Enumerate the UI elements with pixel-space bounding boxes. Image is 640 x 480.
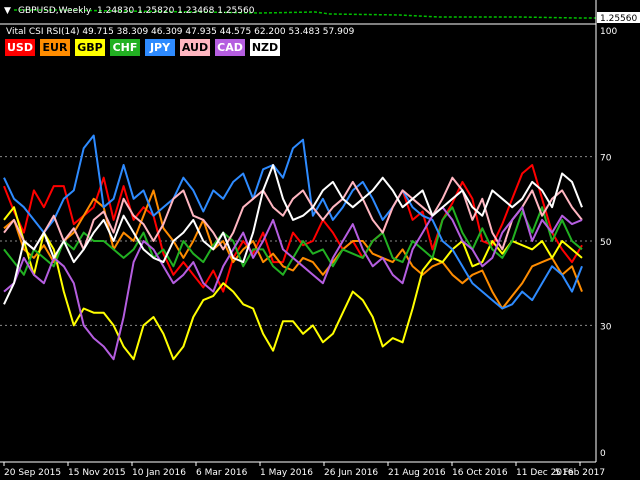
legend-item-usd: USD	[5, 39, 35, 56]
x-tick-label: 26 Jun 2016	[324, 468, 378, 478]
x-tick-label: 15 Nov 2015	[68, 468, 126, 478]
collapse-arrow-icon[interactable]: ▼	[4, 6, 11, 16]
y-tick-label: 50	[600, 238, 612, 248]
x-axis-ticks: 20 Sep 2015 15 Nov 2015 10 Jan 2016 6 Mar 2…	[3, 462, 605, 478]
y-tick-label: 70	[600, 154, 612, 164]
indicator-panel: Vital CSI RSI(14) 49.715 38.309 46.309 4…	[0, 27, 617, 478]
legend-item-jpy: JPY	[145, 39, 175, 56]
legend-item-eur: EUR	[40, 39, 70, 56]
legend-item-nzd: NZD	[250, 39, 280, 56]
y-tick-label: 0	[600, 449, 606, 459]
x-tick-label: 1 May 2016	[260, 468, 313, 478]
x-tick-label: 16 Oct 2016	[452, 468, 508, 478]
x-tick-label: 10 Jan 2016	[132, 468, 186, 478]
x-tick-label: 6 Mar 2016	[196, 468, 248, 478]
indicator-title: Vital CSI RSI(14) 49.715 38.309 46.309 4…	[6, 27, 355, 37]
symbol-label: GBPUSD,Weekly	[18, 6, 92, 16]
x-tick-label: 20 Sep 2015	[4, 468, 61, 478]
chart-window: 1.25560 ▼ GBPUSD,Weekly 1.24830 1.25820 …	[0, 0, 640, 478]
legend-item-aud: AUD	[180, 39, 210, 56]
series-line-jpy	[3, 134, 583, 310]
legend-item-chf: CHF	[110, 39, 140, 56]
y-axis-ticks: 100 70 50 30 0	[600, 27, 617, 459]
y-tick-label: 100	[600, 27, 617, 37]
legend-item-cad: CAD	[215, 39, 245, 56]
legend-item-gbp: GBP	[75, 39, 105, 56]
y-tick-label: 30	[600, 322, 612, 332]
x-tick-label: 5 Feb 2017	[555, 468, 605, 478]
ohlc-values: 1.24830 1.25820 1.23468 1.25560	[97, 6, 255, 16]
price-panel: 1.25560 ▼ GBPUSD,Weekly 1.24830 1.25820 …	[4, 6, 640, 24]
current-price-label: 1.25560	[600, 14, 637, 24]
x-tick-label: 21 Aug 2016	[388, 468, 446, 478]
